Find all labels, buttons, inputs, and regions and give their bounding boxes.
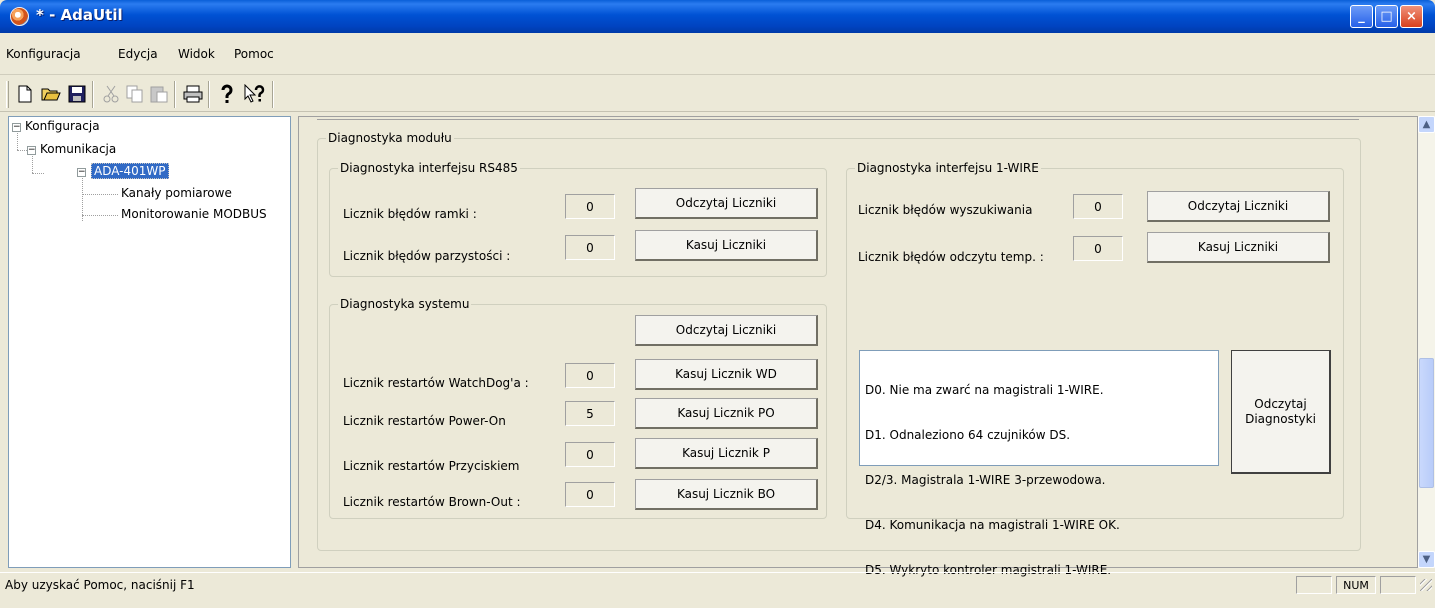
toolbar-separator: [92, 81, 94, 108]
list-item: D0. Nie ma zwarć na magistrali 1-WIRE.: [865, 383, 1104, 397]
temp-read-errors-label: Licznik błędów odczytu temp. :: [858, 250, 1044, 264]
status-pane: [1380, 576, 1416, 594]
window-title: * - AdaUtil: [36, 6, 123, 24]
rs485-reset-button[interactable]: Kasuj Liczniki: [635, 230, 818, 261]
cut-icon[interactable]: [100, 83, 122, 105]
save-icon[interactable]: [66, 83, 88, 105]
tree-line: [32, 173, 44, 174]
toolbar: [0, 76, 1435, 112]
menu-pomoc[interactable]: Pomoc: [234, 47, 274, 61]
read-diagnostics-line2: Diagnostyki: [1245, 411, 1316, 426]
maximize-button[interactable]: □: [1375, 5, 1398, 28]
maximize-icon: □: [1380, 9, 1393, 24]
toolbar-grip[interactable]: [6, 81, 9, 108]
brownout-restarts-value: 0: [565, 482, 615, 507]
toolbar-separator: [174, 81, 176, 108]
context-help-icon[interactable]: [244, 83, 266, 105]
temp-read-errors-value: 0: [1073, 236, 1123, 261]
watchdog-restarts-label: Licznik restartów WatchDog'a :: [343, 376, 529, 390]
title-bar[interactable]: * - AdaUtil _ □ ×: [0, 0, 1435, 33]
app-icon[interactable]: [10, 7, 29, 26]
tree-line: [32, 156, 33, 173]
num-lock-indicator: NUM: [1336, 576, 1376, 594]
collapse-icon[interactable]: −: [12, 123, 21, 132]
status-pane: [1296, 576, 1332, 594]
tree-item-kanaly[interactable]: Kanały pomiarowe: [121, 186, 232, 200]
top-divider: [317, 119, 1359, 120]
close-button[interactable]: ×: [1400, 5, 1423, 28]
button-restarts-value: 0: [565, 442, 615, 467]
poweron-restarts-value: 5: [565, 401, 615, 426]
collapse-icon[interactable]: −: [77, 168, 86, 177]
toolbar-separator: [272, 81, 274, 108]
system-read-button[interactable]: Odczytaj Liczniki: [635, 315, 818, 346]
rs485-frame-errors-label: Licznik błędów ramki :: [343, 207, 477, 221]
button-restarts-label: Licznik restartów Przyciskiem: [343, 459, 520, 473]
new-file-icon[interactable]: [14, 83, 36, 105]
status-text: Aby uzyskać Pomoc, naciśnij F1: [5, 578, 195, 592]
list-item: D1. Odnaleziono 64 czujników DS.: [865, 428, 1071, 442]
rs485-parity-errors-value: 0: [565, 235, 615, 260]
list-item: D2/3. Magistrala 1-WIRE 3-przewodowa.: [865, 473, 1106, 487]
open-folder-icon[interactable]: [40, 83, 62, 105]
tree-item-konfiguracja[interactable]: Konfiguracja: [25, 119, 100, 133]
tree-item-ada-401wp[interactable]: ADA-401WP: [91, 163, 169, 179]
system-title: Diagnostyka systemu: [340, 297, 470, 311]
scroll-thumb[interactable]: [1419, 358, 1434, 488]
onewire-read-button[interactable]: Odczytaj Liczniki: [1147, 191, 1330, 222]
menu-konfiguracja[interactable]: Konfiguracja: [6, 47, 81, 61]
status-bar: Aby uzyskać Pomoc, naciśnij F1 NUM: [0, 572, 1435, 595]
print-icon[interactable]: [182, 83, 204, 105]
tree-line: [17, 133, 18, 150]
scroll-down-icon[interactable]: ▼: [1418, 551, 1435, 568]
tree-item-komunikacja[interactable]: Komunikacja: [40, 142, 116, 156]
rs485-title: Diagnostyka interfejsu RS485: [340, 161, 518, 175]
minimize-icon: _: [1358, 9, 1365, 24]
onewire-reset-button[interactable]: Kasuj Liczniki: [1147, 232, 1330, 263]
tree-line: [17, 150, 27, 151]
watchdog-restarts-value: 0: [565, 363, 615, 388]
toolbar-separator: [208, 81, 210, 108]
config-tree[interactable]: − Konfiguracja − Komunikacja − ADA-401WP…: [8, 116, 291, 568]
reset-po-button[interactable]: Kasuj Licznik PO: [635, 398, 818, 429]
paste-icon[interactable]: [148, 83, 170, 105]
reset-p-button[interactable]: Kasuj Licznik P: [635, 438, 818, 469]
main-panel: Diagnostyka modułu Diagnostyka interfejs…: [298, 116, 1418, 577]
minimize-button[interactable]: _: [1350, 5, 1373, 28]
help-icon[interactable]: [216, 83, 238, 105]
brownout-restarts-label: Licznik restartów Brown-Out :: [343, 495, 521, 509]
reset-wd-button[interactable]: Kasuj Licznik WD: [635, 359, 818, 390]
rs485-frame-errors-value: 0: [565, 194, 615, 219]
list-item: D4. Komunikacja na magistrali 1-WIRE OK.: [865, 518, 1120, 532]
rs485-parity-errors-label: Licznik błędów parzystości :: [343, 249, 511, 263]
tree-item-modbus[interactable]: Monitorowanie MODBUS: [121, 207, 267, 221]
vertical-scrollbar[interactable]: ▲ ▼: [1418, 116, 1435, 568]
search-errors-value: 0: [1073, 194, 1123, 219]
menu-widok[interactable]: Widok: [178, 47, 215, 61]
collapse-icon[interactable]: −: [27, 146, 36, 155]
scroll-up-icon[interactable]: ▲: [1418, 116, 1435, 133]
copy-icon[interactable]: [124, 83, 146, 105]
menu-edycja[interactable]: Edycja: [118, 47, 158, 61]
onewire-title: Diagnostyka interfejsu 1-WIRE: [857, 161, 1039, 175]
menu-bar: Konfiguracja Edycja Widok Pomoc: [0, 33, 1435, 75]
tree-line: [82, 194, 118, 195]
search-errors-label: Licznik błędów wyszukiwania: [858, 203, 1033, 217]
tree-line: [82, 215, 118, 216]
module-diagnostics-title: Diagnostyka modułu: [328, 131, 452, 145]
reset-bo-button[interactable]: Kasuj Licznik BO: [635, 479, 818, 510]
read-diagnostics-line1: Odczytaj: [1254, 396, 1307, 411]
close-icon: ×: [1406, 9, 1417, 24]
read-diagnostics-button[interactable]: Odczytaj Diagnostyki: [1231, 350, 1331, 474]
poweron-restarts-label: Licznik restartów Power-On: [343, 414, 506, 428]
rs485-read-button[interactable]: Odczytaj Liczniki: [635, 188, 818, 219]
diagnostics-list[interactable]: D0. Nie ma zwarć na magistrali 1-WIRE. D…: [859, 350, 1219, 577]
resize-grip[interactable]: [1420, 579, 1432, 591]
